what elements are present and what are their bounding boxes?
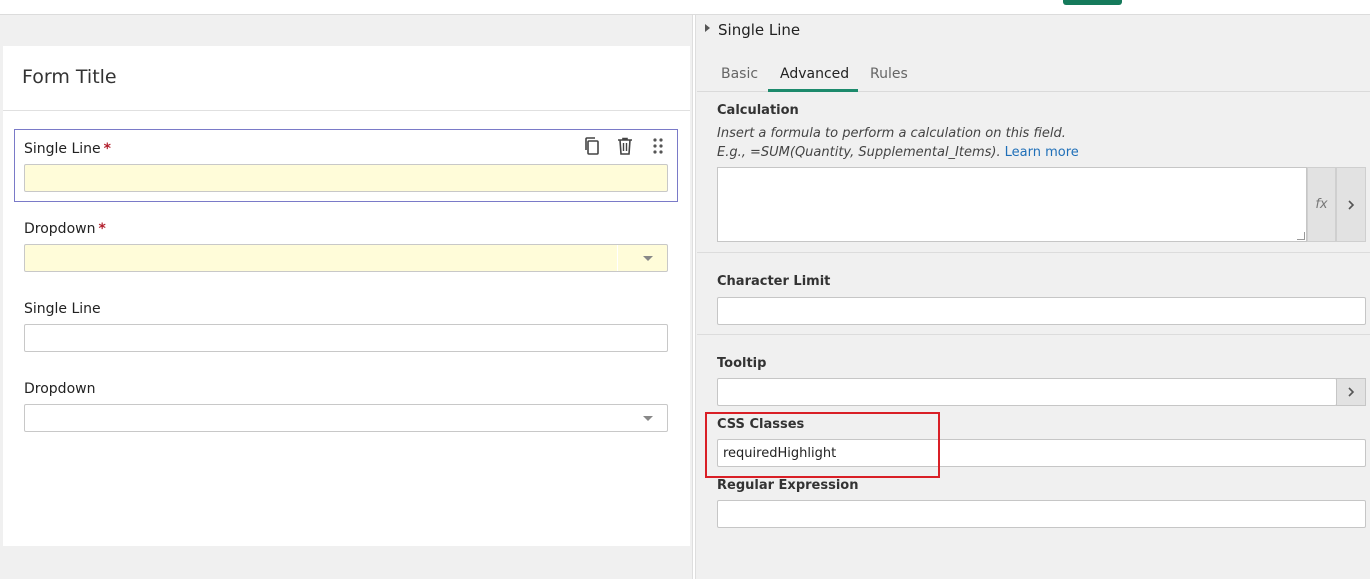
required-asterisk: * bbox=[98, 221, 106, 237]
trash-icon[interactable] bbox=[615, 136, 635, 156]
fx-button[interactable]: fx bbox=[1307, 167, 1336, 242]
form-title[interactable]: Form Title bbox=[22, 66, 117, 88]
tab-basic[interactable]: Basic bbox=[721, 66, 758, 82]
title-divider bbox=[3, 110, 690, 111]
panel-splitter[interactable] bbox=[692, 15, 696, 579]
tooltip-input[interactable] bbox=[717, 378, 1337, 406]
css-classes-label: CSS Classes bbox=[717, 417, 805, 432]
calculation-label: Calculation bbox=[717, 103, 799, 118]
tab-advanced[interactable]: Advanced bbox=[780, 66, 849, 82]
top-accent-button[interactable] bbox=[1063, 0, 1122, 5]
css-classes-input[interactable] bbox=[717, 439, 1366, 467]
chevron-down-icon[interactable] bbox=[643, 256, 653, 261]
field-toolbar bbox=[582, 136, 668, 156]
panel-header[interactable]: Single Line bbox=[705, 21, 800, 39]
calculation-example: E.g., =SUM(Quantity, Supplemental_Items)… bbox=[717, 145, 1079, 160]
calculation-hint: Insert a formula to perform a calculatio… bbox=[717, 126, 1066, 141]
tooltip-expand-button[interactable] bbox=[1336, 378, 1366, 406]
tab-rules[interactable]: Rules bbox=[870, 66, 908, 82]
single-line-input[interactable] bbox=[24, 324, 668, 352]
expand-formula-button[interactable] bbox=[1336, 167, 1366, 242]
field-label: Dropdown bbox=[24, 381, 96, 397]
learn-more-link[interactable]: Learn more bbox=[1005, 145, 1079, 160]
form-canvas: Form Title bbox=[0, 15, 692, 579]
required-asterisk: * bbox=[103, 141, 111, 157]
top-bar bbox=[0, 0, 1370, 15]
character-limit-input[interactable] bbox=[717, 297, 1366, 325]
active-tab-indicator bbox=[768, 89, 858, 92]
fx-icon: fx bbox=[1315, 197, 1328, 212]
resize-grip-icon[interactable] bbox=[1297, 232, 1305, 240]
field-label: Single Line bbox=[24, 301, 101, 317]
dropdown-select[interactable] bbox=[24, 244, 668, 272]
caret-right-icon[interactable] bbox=[705, 24, 710, 32]
single-line-input[interactable] bbox=[24, 164, 668, 192]
field-label: Single Line * bbox=[24, 141, 111, 157]
copy-icon[interactable] bbox=[582, 136, 602, 156]
chevron-right-icon bbox=[1348, 387, 1355, 397]
panel-title: Single Line bbox=[718, 21, 801, 39]
form-card: Form Title bbox=[3, 46, 690, 546]
calculation-textarea[interactable] bbox=[717, 167, 1307, 242]
drag-handle-icon[interactable] bbox=[648, 136, 668, 156]
section-divider bbox=[697, 334, 1370, 335]
tooltip-label: Tooltip bbox=[717, 356, 767, 371]
regex-label: Regular Expression bbox=[717, 478, 859, 493]
dropdown-divider bbox=[617, 245, 618, 271]
field-label: Dropdown * bbox=[24, 221, 106, 237]
section-divider bbox=[697, 252, 1370, 253]
regex-input[interactable] bbox=[717, 500, 1366, 528]
chevron-right-icon bbox=[1348, 199, 1355, 210]
dropdown-select[interactable] bbox=[24, 404, 668, 432]
chevron-down-icon[interactable] bbox=[643, 416, 653, 421]
properties-panel: Single Line Basic Advanced Rules Calcula… bbox=[697, 15, 1370, 579]
tab-bar: Basic Advanced Rules bbox=[697, 60, 1370, 92]
character-limit-label: Character Limit bbox=[717, 274, 831, 289]
